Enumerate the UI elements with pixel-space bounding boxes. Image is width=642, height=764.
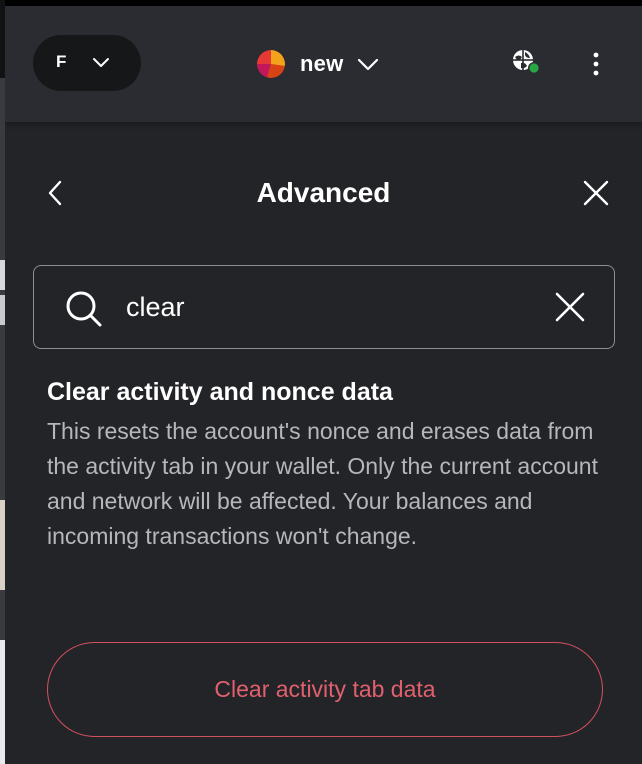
network-letter: F — [56, 52, 67, 71]
search-field — [33, 265, 615, 349]
setting-title: Clear activity and nonce data — [47, 378, 393, 406]
clear-icon[interactable] — [555, 292, 585, 322]
app-header: F new — [5, 6, 642, 122]
close-icon[interactable] — [582, 179, 610, 207]
account-name: new — [300, 51, 344, 76]
wallet-popup: F new Advanced clear Clear activity and … — [5, 6, 642, 764]
search-icon — [66, 291, 102, 327]
account-picker[interactable]: new — [257, 46, 379, 82]
clear-activity-button[interactable]: Clear activity tab data — [47, 642, 603, 737]
page-title: Advanced — [256, 177, 391, 208]
chevron-down-icon — [358, 58, 379, 71]
setting-description: This resets the account's nonce and eras… — [47, 418, 598, 549]
account-avatar — [257, 50, 285, 78]
chevron-down-icon — [93, 58, 109, 67]
kebab-menu-icon[interactable] — [585, 50, 607, 78]
network-picker[interactable]: F — [33, 35, 141, 91]
search-input[interactable] — [126, 286, 526, 328]
globe-connected-icon[interactable] — [510, 48, 542, 78]
